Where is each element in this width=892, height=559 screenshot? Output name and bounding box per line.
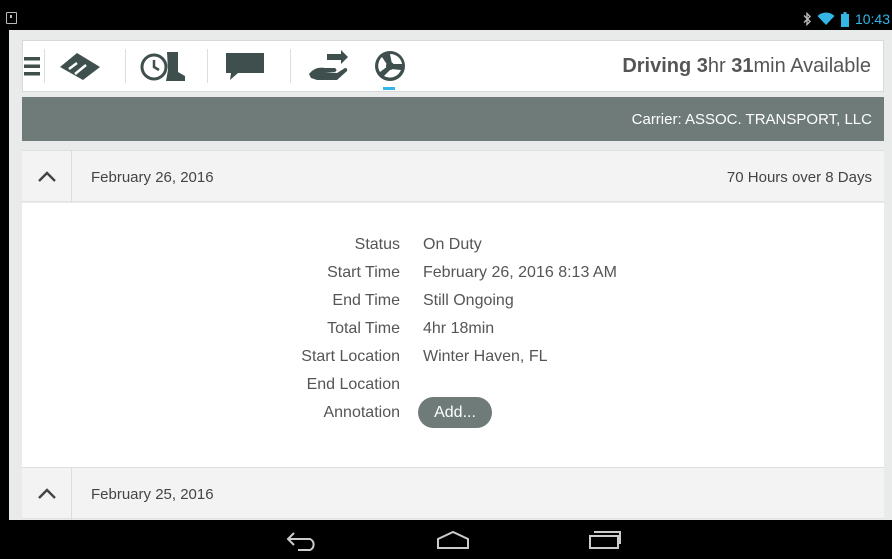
home-button[interactable] bbox=[423, 520, 483, 559]
carrier-name: Carrier: ASSOC. TRANSPORT, LLC bbox=[631, 110, 872, 128]
detail-label: Start Time bbox=[327, 264, 400, 281]
detail-value: On Duty bbox=[423, 236, 482, 253]
tool-messages[interactable] bbox=[208, 41, 282, 91]
chevron-up-icon bbox=[37, 171, 56, 182]
clock-boot-icon bbox=[140, 52, 185, 81]
driving-label: Driving bbox=[622, 54, 692, 77]
back-button[interactable] bbox=[273, 520, 333, 559]
battery-icon bbox=[840, 11, 849, 27]
driving-minutes-unit: min Available bbox=[753, 54, 871, 77]
tool-road[interactable] bbox=[45, 41, 115, 91]
day-date: February 26, 2016 bbox=[91, 168, 214, 186]
tool-hours[interactable] bbox=[126, 41, 200, 91]
detail-row-start-location: Start Location Winter Haven, FL bbox=[22, 343, 884, 371]
tool-logs[interactable] bbox=[358, 41, 422, 91]
driving-time-available: Driving 3 hr 31 min Available bbox=[622, 41, 871, 91]
wifi-icon bbox=[817, 12, 835, 25]
menu-button[interactable] bbox=[20, 41, 44, 91]
road-icon bbox=[60, 53, 100, 80]
message-icon bbox=[226, 53, 264, 80]
bluetooth-icon bbox=[803, 12, 811, 26]
collapse-button[interactable] bbox=[22, 468, 72, 520]
detail-row-start-time: Start Time February 26, 2016 8:13 AM bbox=[22, 259, 884, 287]
detail-label: Annotation bbox=[323, 404, 400, 421]
carrier-bar: Carrier: ASSOC. TRANSPORT, LLC bbox=[22, 97, 884, 141]
detail-row-end-time: End Time Still Ongoing bbox=[22, 287, 884, 315]
home-icon bbox=[437, 530, 469, 549]
detail-label: Status bbox=[354, 236, 400, 253]
clock-time: 10:43 bbox=[854, 11, 890, 27]
detail-value: Still Ongoing bbox=[423, 292, 514, 309]
active-tab-indicator bbox=[383, 87, 395, 90]
day-header[interactable]: February 26, 2016 70 Hours over 8 Days bbox=[22, 150, 884, 203]
detail-label: Total Time bbox=[327, 320, 400, 337]
app-window: Driving 3 hr 31 min Available Carrier: ASS… bbox=[9, 30, 892, 520]
navigation-bar bbox=[0, 520, 892, 559]
recents-icon bbox=[589, 530, 621, 549]
status-icons: 10:43 bbox=[803, 10, 890, 28]
detail-row-total-time: Total Time 4hr 18min bbox=[22, 315, 884, 343]
day-date: February 25, 2016 bbox=[91, 485, 214, 503]
back-icon bbox=[286, 531, 315, 551]
menu-icon bbox=[24, 57, 40, 76]
detail-value: February 26, 2016 8:13 AM bbox=[423, 264, 617, 281]
recents-button[interactable] bbox=[575, 520, 635, 559]
detail-value: Winter Haven, FL bbox=[423, 348, 548, 365]
hand-transfer-icon bbox=[309, 50, 348, 80]
notification-icon bbox=[6, 12, 17, 24]
detail-value: 4hr 18min bbox=[423, 320, 495, 337]
collapse-button[interactable] bbox=[22, 151, 72, 203]
toolbar: Driving 3 hr 31 min Available bbox=[22, 40, 884, 92]
detail-row-annotation: Annotation Add... bbox=[22, 397, 884, 428]
detail-label: Start Location bbox=[301, 348, 400, 365]
driving-hours-unit: hr bbox=[707, 54, 726, 77]
tool-transfer[interactable] bbox=[291, 41, 365, 91]
detail-label: End Time bbox=[332, 292, 400, 309]
detail-row-end-location: End Location bbox=[22, 371, 884, 399]
chevron-up-icon bbox=[37, 488, 56, 499]
detail-label: End Location bbox=[306, 376, 400, 393]
driving-hours: 3 bbox=[696, 54, 708, 77]
add-annotation-button[interactable]: Add... bbox=[418, 397, 492, 428]
duty-details: Status On Duty Start Time February 26, 2… bbox=[22, 203, 884, 467]
driving-minutes: 31 bbox=[731, 54, 754, 77]
detail-row-status: Status On Duty bbox=[22, 231, 884, 259]
day-summary: 70 Hours over 8 Days bbox=[726, 168, 872, 186]
status-bar: 10:43 bbox=[0, 0, 892, 30]
day-header[interactable]: February 25, 2016 bbox=[22, 467, 884, 520]
logs-icon bbox=[375, 51, 405, 81]
